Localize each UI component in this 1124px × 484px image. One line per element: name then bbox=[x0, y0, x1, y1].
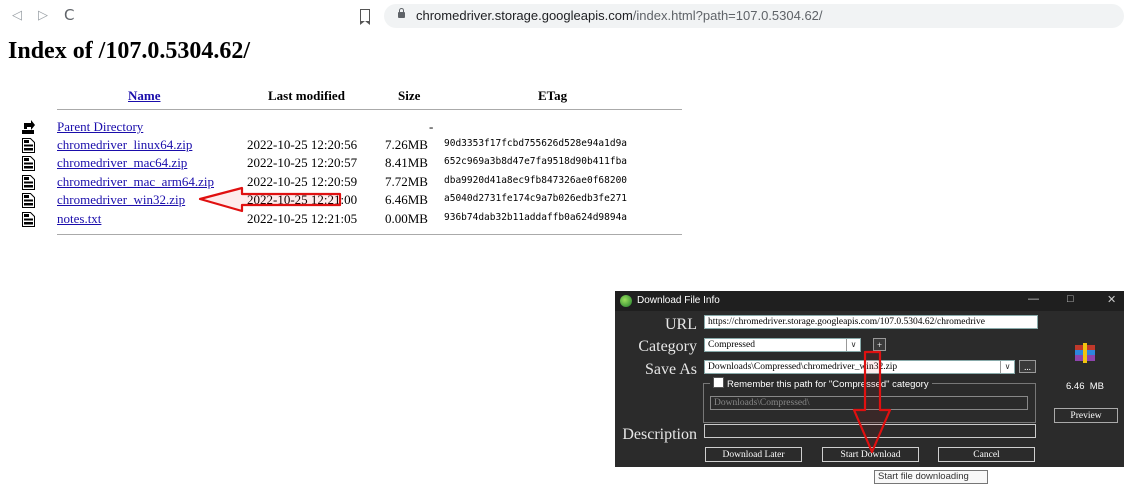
forward-arrow-icon[interactable]: ▷ bbox=[38, 8, 48, 23]
binary-file-icon bbox=[22, 174, 35, 190]
column-header-last-modified: Last modified bbox=[268, 88, 345, 103]
file-size: 8.41MB bbox=[385, 155, 428, 171]
url-field[interactable]: https://chromedriver.storage.googleapis.… bbox=[704, 315, 1038, 329]
file-etag: 936b74dab32b11addaffb0a624d9894a bbox=[444, 211, 628, 223]
binary-file-icon bbox=[22, 193, 35, 209]
reload-icon[interactable]: C bbox=[64, 6, 74, 24]
parent-directory-row: Parent Directory - bbox=[22, 119, 702, 137]
url-host: chromedriver.storage.googleapis.com bbox=[416, 8, 633, 23]
remember-path-checkbox[interactable] bbox=[713, 377, 724, 388]
url-path: /index.html?path=107.0.5304.62/ bbox=[632, 8, 823, 23]
binary-file-icon bbox=[22, 138, 35, 153]
maximize-icon[interactable]: □ bbox=[1067, 293, 1074, 305]
dialog-title: Download File Info bbox=[637, 295, 720, 306]
file-link[interactable]: chromedriver_mac64.zip bbox=[57, 155, 187, 171]
parent-directory-size: - bbox=[429, 119, 434, 134]
parent-directory-icon bbox=[22, 120, 35, 134]
chevron-down-icon: ∨ bbox=[846, 339, 860, 351]
file-size-label: 6.46 MB bbox=[1066, 381, 1105, 392]
chevron-down-icon: ∨ bbox=[1000, 361, 1014, 373]
downloader-logo-icon bbox=[620, 295, 632, 307]
download-later-button[interactable]: Download Later bbox=[705, 447, 802, 462]
back-arrow-icon[interactable]: ◁ bbox=[12, 8, 22, 23]
cancel-button[interactable]: Cancel bbox=[938, 447, 1035, 462]
file-size: 6.46MB bbox=[385, 192, 428, 208]
column-header-name[interactable]: Name bbox=[128, 88, 161, 104]
address-url: chromedriver.storage.googleapis.com/inde… bbox=[416, 8, 823, 23]
file-link[interactable]: chromedriver_mac_arm64.zip bbox=[57, 174, 214, 190]
column-header-size: Size bbox=[398, 88, 421, 103]
binary-file-icon bbox=[22, 156, 35, 172]
header-divider bbox=[57, 109, 682, 110]
browse-button[interactable]: ... bbox=[1019, 360, 1036, 373]
file-modified: 2022-10-25 12:21:05 bbox=[247, 210, 358, 226]
file-link[interactable]: chromedriver_win32.zip bbox=[57, 192, 185, 208]
table-row: chromedriver_win32.zip 2022-10-25 12:21:0… bbox=[22, 192, 702, 210]
bookmark-icon[interactable] bbox=[359, 9, 370, 25]
binary-file-icon bbox=[22, 211, 35, 227]
minimize-icon[interactable]: — bbox=[1028, 293, 1039, 305]
file-link[interactable]: chromedriver_linux64.zip bbox=[57, 137, 192, 153]
page-title: Index of /107.0.5304.62/ bbox=[8, 38, 251, 64]
url-label: URL bbox=[665, 316, 697, 333]
remember-path-label: Remember this path for "Compressed" cate… bbox=[727, 379, 929, 390]
remember-path-field: Downloads\Compressed\ bbox=[710, 396, 1028, 410]
archive-file-icon bbox=[1075, 343, 1095, 363]
save-as-value: Downloads\Compressed\chromedriver_win32.… bbox=[708, 362, 898, 372]
category-label: Category bbox=[638, 338, 697, 355]
preview-button[interactable]: Preview bbox=[1054, 408, 1118, 423]
file-etag: 652c969a3b8d47e7fa9518d90b411fba bbox=[444, 156, 628, 168]
footer-divider bbox=[57, 234, 682, 235]
save-as-select[interactable]: Downloads\Compressed\chromedriver_win32.… bbox=[704, 360, 1015, 374]
file-modified: 2022-10-25 12:20:57 bbox=[247, 155, 358, 171]
save-as-label: Save As bbox=[645, 361, 697, 378]
file-size: 7.72MB bbox=[385, 173, 428, 189]
file-size: 7.26MB bbox=[385, 137, 428, 152]
table-row: chromedriver_mac_arm64.zip 2022-10-25 12:… bbox=[22, 174, 702, 192]
browser-toolbar: ◁ ▷ C chromedriver.storage.googleapis.co… bbox=[0, 0, 1124, 36]
category-select[interactable]: Compressed ∨ bbox=[704, 338, 861, 352]
file-link[interactable]: notes.txt bbox=[57, 211, 101, 227]
add-category-button[interactable]: + bbox=[873, 338, 886, 351]
column-header-etag: ETag bbox=[538, 88, 568, 103]
remember-path-legend: Remember this path for "Compressed" cate… bbox=[710, 376, 932, 390]
address-bar[interactable]: chromedriver.storage.googleapis.com/inde… bbox=[384, 4, 1124, 28]
table-row: chromedriver_mac64.zip 2022-10-25 12:20:5… bbox=[22, 155, 702, 173]
file-modified: 2022-10-25 12:20:56 bbox=[247, 137, 358, 152]
file-size: 0.00MB bbox=[385, 210, 428, 226]
file-etag: a5040d2731fe174c9a7b026edb3fe271 bbox=[444, 193, 628, 205]
parent-directory-link[interactable]: Parent Directory bbox=[57, 119, 143, 135]
description-field[interactable] bbox=[704, 424, 1036, 438]
file-modified: 2022-10-25 12:20:59 bbox=[247, 173, 358, 189]
category-value: Compressed bbox=[708, 340, 755, 350]
table-row: notes.txt 2022-10-25 12:21:05 0.00MB 936b74… bbox=[22, 211, 702, 229]
file-etag: 90d3353f17fcbd755626d528e94a1d9a bbox=[444, 138, 628, 149]
file-etag: dba9920d41a8ec9fb847326ae0f68200 bbox=[444, 174, 628, 186]
description-label: Description bbox=[622, 426, 697, 443]
lock-icon bbox=[398, 8, 405, 18]
file-modified: 2022-10-25 12:21:00 bbox=[247, 192, 358, 208]
dialog-title-bar: Download File Info — □ ✕ bbox=[615, 291, 1124, 311]
start-download-button[interactable]: Start Download bbox=[822, 447, 919, 462]
close-icon[interactable]: ✕ bbox=[1107, 293, 1116, 306]
table-row: chromedriver_linux64.zip 2022-10-25 12:20… bbox=[22, 137, 702, 155]
